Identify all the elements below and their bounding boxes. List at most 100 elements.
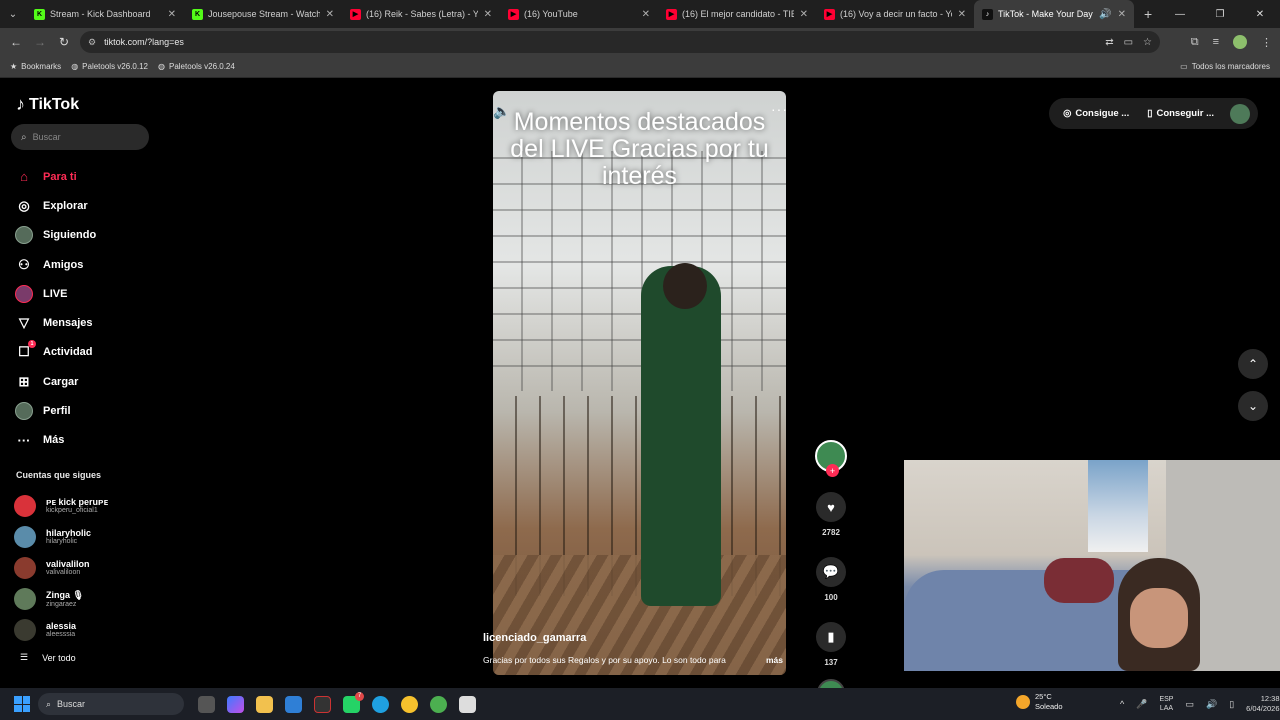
tab-close-icon[interactable]: ✕ — [484, 9, 492, 20]
weather-widget[interactable]: 25°C Soleado — [1016, 692, 1063, 712]
tab-search-icon[interactable]: ⌄ — [0, 0, 26, 28]
file-explorer-icon[interactable] — [256, 695, 273, 713]
all-bookmarks-button[interactable]: ▭ Todos los marcadores — [1180, 62, 1270, 71]
browser-tab[interactable]: ▶ (16) YouTube ✕ — [500, 0, 658, 28]
sidebar-item-cargar[interactable]: ⊞ Cargar — [14, 367, 154, 396]
chrome-menu-icon[interactable]: ⋮ — [1261, 36, 1272, 49]
copilot-icon[interactable] — [227, 695, 244, 713]
following-account[interactable]: alessia aleesssia — [14, 614, 154, 645]
bookmark-paletools-1[interactable]: ◍ Paletools v26.0.12 — [71, 62, 148, 71]
windows-start-icon[interactable] — [14, 696, 30, 712]
bookmark-paletools-2[interactable]: ◍ Paletools v26.0.24 — [158, 62, 235, 71]
tab-close-icon[interactable]: ✕ — [326, 9, 334, 20]
forward-icon[interactable]: → — [28, 35, 52, 49]
like-button[interactable]: ♥ — [816, 492, 846, 522]
activity-icon: ☐ 1 — [14, 340, 36, 362]
sidebar-item-amigos[interactable]: ⚇ Amigos — [14, 250, 154, 279]
task-view-icon[interactable] — [198, 695, 215, 713]
network-icon[interactable]: ▭ — [1185, 699, 1194, 710]
following-account[interactable]: Zinga 🎙 zingaraez — [14, 583, 154, 614]
following-account[interactable]: ᴘᴇ kick peruᴘᴇ kickperu_oficial1 — [14, 490, 154, 521]
user-avatar[interactable] — [1230, 103, 1250, 124]
app-icon[interactable] — [314, 695, 331, 713]
profile-avatar — [14, 401, 34, 421]
site-info-icon[interactable]: ⚙ — [88, 37, 96, 48]
tab-close-icon[interactable]: ✕ — [1118, 9, 1126, 20]
sidebar-item-mas[interactable]: ··· Más — [14, 426, 154, 455]
sidebar-item-label: Siguiendo — [43, 229, 97, 242]
tab-favicon-icon: ▶ — [824, 8, 835, 20]
heart-icon: ♥ — [827, 499, 835, 515]
minimize-icon[interactable]: — — [1160, 0, 1200, 28]
address-bar[interactable]: ⚙ tiktok.com/?lang=es ⇄ ▭ ☆ — [80, 31, 1160, 53]
tab-close-icon[interactable]: ✕ — [642, 9, 650, 20]
bookmark-star-icon[interactable]: ☆ — [1143, 37, 1152, 48]
extensions-icon[interactable]: ⧉ — [1191, 36, 1199, 49]
tiktok-logo[interactable]: ♪ TikTok — [16, 94, 79, 115]
notepad-icon[interactable] — [459, 695, 476, 713]
tab-audio-icon[interactable]: 🔊 — [1099, 9, 1111, 20]
comment-button[interactable]: 💬 — [816, 557, 846, 587]
reload-icon[interactable]: ↻ — [52, 35, 76, 49]
new-tab-button[interactable]: + — [1134, 6, 1162, 22]
browser-tab[interactable]: ▶ (16) El mejor candidato - TIERL ✕ — [658, 0, 816, 28]
see-all-button[interactable]: ☰ Ver todo — [20, 652, 76, 663]
sidebar-item-siguiendo[interactable]: Siguiendo — [14, 221, 154, 250]
close-window-icon[interactable]: ✕ — [1240, 0, 1280, 28]
browser-tab[interactable]: ♪ TikTok - Make Your Day 🔊 ✕ — [974, 0, 1134, 28]
whatsapp-icon[interactable]: 7 — [343, 691, 364, 713]
next-video-button[interactable]: ⌄ — [1238, 391, 1268, 421]
chevron-down-icon: ⌄ — [1247, 399, 1259, 413]
previous-video-button[interactable]: ⌃ — [1238, 349, 1268, 379]
sidebar-item-mensajes[interactable]: ▽ Mensajes — [14, 308, 154, 337]
chrome-active-icon[interactable] — [430, 695, 447, 713]
creator-avatar[interactable]: + — [815, 440, 847, 477]
browser-tab-bar: ⌄ K Stream - Kick Dashboard ✕ K Jousepouse S… — [0, 0, 1280, 28]
volume-icon[interactable]: 🔈 — [493, 103, 510, 120]
volume-icon[interactable]: 🔊 — [1206, 699, 1217, 710]
get-coins-button[interactable]: ◎ Consigue ... — [1057, 102, 1135, 125]
microphone-icon[interactable]: 🎤 — [1136, 699, 1147, 710]
video-author[interactable]: licenciado_gamarra — [483, 632, 586, 644]
globe-icon: ◍ — [158, 62, 165, 71]
tab-close-icon[interactable]: ✕ — [800, 9, 808, 20]
sidebar-item-para-ti[interactable]: ⌂ Para ti — [14, 162, 154, 191]
bookmark-label: Paletools v26.0.12 — [82, 62, 148, 71]
reading-list-icon[interactable]: ≡ — [1213, 36, 1219, 48]
following-account[interactable]: valivalilon valivaliloon — [14, 552, 154, 583]
store-icon[interactable] — [285, 695, 302, 713]
chrome-icon[interactable] — [401, 695, 418, 713]
save-button[interactable]: ▮ — [816, 622, 846, 652]
profile-avatar[interactable] — [1233, 35, 1247, 49]
battery-icon[interactable]: ▯ — [1229, 699, 1234, 710]
more-link[interactable]: más — [766, 655, 783, 665]
browser-tab[interactable]: ▶ (16) Voy a decir un facto - YouT ✕ — [816, 0, 974, 28]
sidebar-item-perfil[interactable]: Perfil — [14, 396, 154, 425]
sidebar-item-live[interactable]: LIVE — [14, 279, 154, 308]
translate-icon[interactable]: ⇄ — [1105, 37, 1113, 48]
search-input[interactable]: ⌕ Buscar — [11, 124, 149, 150]
tab-close-icon[interactable]: ✕ — [168, 9, 176, 20]
video-player[interactable]: Momentos destacados del LIVE Gracias por… — [493, 91, 786, 675]
language-indicator[interactable]: ESP LAA — [1159, 695, 1173, 713]
clock[interactable]: 12:38 6/04/2026 — [1246, 694, 1279, 714]
sidebar-item-actividad[interactable]: ☐ 1 Actividad — [14, 338, 154, 367]
back-icon[interactable]: ← — [4, 35, 28, 49]
bookmark-label: Bookmarks — [21, 62, 62, 71]
cast-icon[interactable]: ▭ — [1124, 37, 1133, 48]
video-more-icon[interactable]: ··· — [771, 101, 786, 117]
browser-tab[interactable]: K Stream - Kick Dashboard ✕ — [26, 0, 184, 28]
get-app-button[interactable]: ▯ Conseguir ... — [1141, 102, 1220, 125]
follow-plus-icon[interactable]: + — [826, 464, 839, 477]
taskbar-search[interactable]: ⌕ Buscar — [38, 693, 184, 715]
get-app-label: Conseguir ... — [1156, 108, 1214, 119]
tab-close-icon[interactable]: ✕ — [958, 9, 966, 20]
edge-icon[interactable] — [372, 695, 389, 713]
browser-tab[interactable]: ▶ (16) Reik - Sabes (Letra) - Yo ✕ — [342, 0, 500, 28]
following-account[interactable]: hilaryholic hilaryholic — [14, 521, 154, 552]
bookmark-bookmarks[interactable]: ★ Bookmarks — [10, 62, 61, 71]
tray-chevron-icon[interactable]: ^ — [1120, 699, 1124, 709]
maximize-icon[interactable]: ❐ — [1200, 0, 1240, 28]
browser-tab[interactable]: K Jousepouse Stream - Watch Liv ✕ — [184, 0, 342, 28]
sidebar-item-explorar[interactable]: ◎ Explorar — [14, 191, 154, 220]
